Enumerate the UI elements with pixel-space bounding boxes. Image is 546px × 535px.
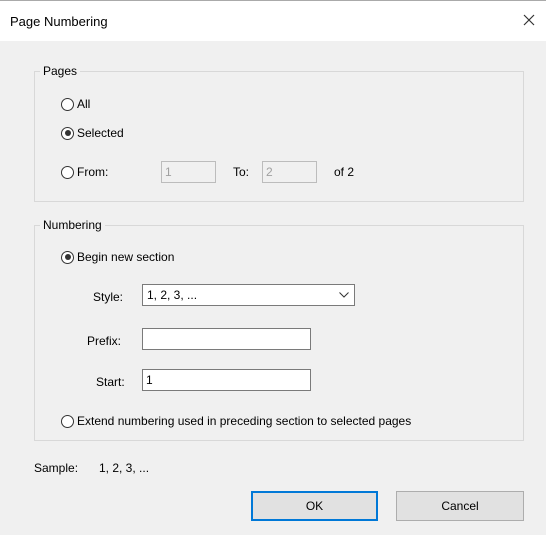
prefix-field[interactable] [142, 328, 311, 350]
title-bar: Page Numbering [0, 1, 546, 41]
page-numbering-dialog: Page Numbering Pages All Selected From: … [0, 0, 546, 535]
radio-begin-new-section-label: Begin new section [77, 250, 175, 264]
radio-extend-numbering-button[interactable] [61, 414, 74, 428]
radio-from[interactable]: From: [61, 163, 108, 181]
radio-selected-label: Selected [77, 126, 124, 140]
start-field[interactable]: 1 [142, 369, 311, 391]
chevron-down-icon[interactable] [334, 285, 354, 305]
radio-all-button[interactable] [61, 97, 74, 111]
style-label: Style: [93, 290, 124, 304]
sample-label: Sample: [34, 461, 79, 475]
ok-button[interactable]: OK [251, 491, 378, 521]
radio-selected[interactable]: Selected [61, 124, 124, 142]
radio-from-button[interactable] [61, 165, 74, 179]
radio-begin-new-section[interactable]: Begin new section [61, 248, 174, 266]
sample-value: 1, 2, 3, ... [99, 461, 150, 475]
style-dropdown-value: 1, 2, 3, ... [147, 288, 198, 302]
radio-begin-new-section-button[interactable] [61, 250, 74, 264]
numbering-legend: Numbering [40, 218, 105, 232]
radio-extend-numbering[interactable]: Extend numbering used in preceding secti… [61, 412, 411, 430]
start-label: Start: [96, 375, 125, 389]
radio-extend-numbering-label: Extend numbering used in preceding secti… [77, 414, 412, 428]
style-dropdown[interactable]: 1, 2, 3, ... [142, 284, 355, 306]
close-icon[interactable] [518, 9, 540, 31]
page-count-label: of 2 [334, 165, 355, 179]
radio-selected-button[interactable] [61, 126, 74, 140]
to-page-field[interactable]: 2 [262, 161, 317, 183]
close-icon-glyph [523, 14, 535, 26]
radio-from-label: From: [77, 165, 109, 179]
pages-legend: Pages [40, 64, 81, 78]
cancel-button[interactable]: Cancel [396, 491, 524, 521]
dialog-title: Page Numbering [10, 14, 108, 29]
to-label: To: [233, 165, 250, 179]
radio-all-label: All [77, 97, 91, 111]
radio-all[interactable]: All [61, 95, 90, 113]
from-page-field[interactable]: 1 [161, 161, 216, 183]
prefix-label: Prefix: [87, 334, 122, 348]
